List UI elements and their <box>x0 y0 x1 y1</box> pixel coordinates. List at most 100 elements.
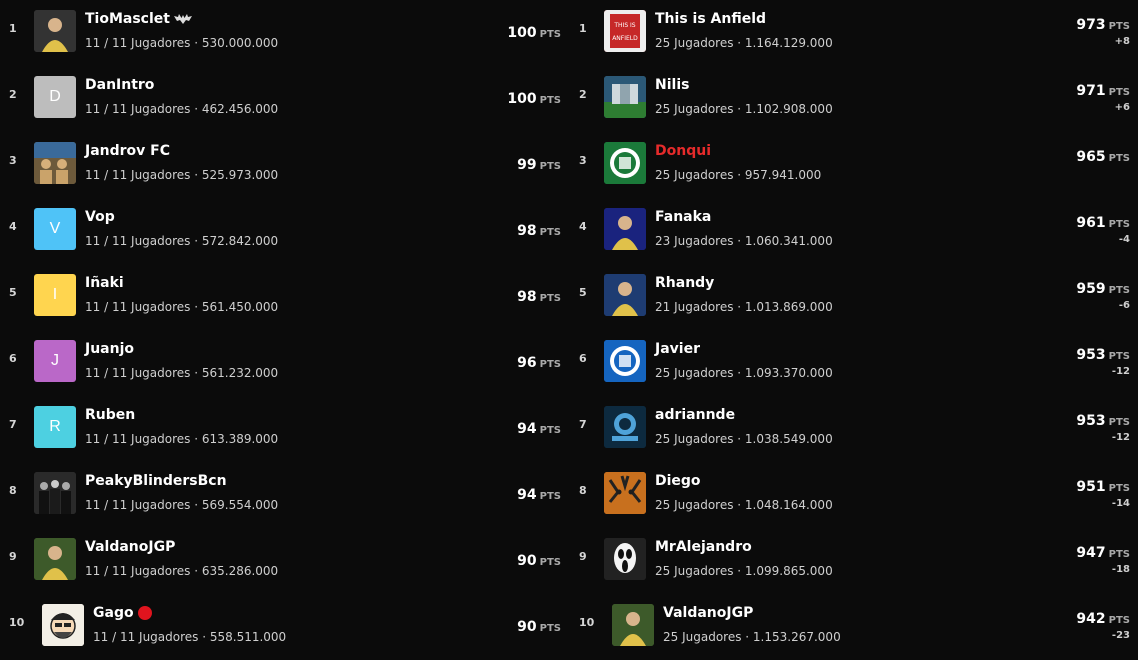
ranking-row[interactable]: 8 Diego 25 Jugadores · 1.048.164.000 951 PTS… <box>570 462 1138 528</box>
points-difference: +6 <box>1114 102 1130 113</box>
ranking-row[interactable]: 5 Rhandy 21 Jugadores · 1.013.869.000 959 PT… <box>570 264 1138 330</box>
points: 942 PTS <box>1076 608 1130 627</box>
team-players-value: 11 / 11 Jugadores · 561.232.000 <box>85 366 279 380</box>
ranking-row[interactable]: 10 Gago 11 / 11 Jugadores · 558.511.000 90 P… <box>0 594 570 660</box>
team-players-value: 25 Jugadores · 1.048.164.000 <box>655 498 833 512</box>
ranking-row[interactable]: 2 D DanIntro 11 / 11 Jugadores · 462.456.00… <box>0 66 570 132</box>
points-unit: PTS <box>1108 483 1130 494</box>
points-difference: -4 <box>1118 234 1130 245</box>
team-players-value: 11 / 11 Jugadores · 613.389.000 <box>85 432 279 446</box>
team-name-link[interactable]: Gago <box>93 605 152 621</box>
points-value: 942 <box>1076 611 1106 627</box>
team-players-value: 11 / 11 Jugadores · 561.450.000 <box>85 300 279 314</box>
points: 99 PTS <box>517 154 561 173</box>
points-unit: PTS <box>539 359 561 370</box>
club-crest-icon <box>604 142 646 184</box>
team-name-link[interactable]: Ruben <box>85 407 135 423</box>
points-value: 951 <box>1076 479 1106 495</box>
points-value: 100 <box>507 91 537 107</box>
team-name-link[interactable]: Donqui <box>655 143 711 159</box>
team-name-link[interactable]: Jandrov FC <box>85 143 170 159</box>
points-unit: PTS <box>539 227 561 238</box>
ranking-row[interactable]: 2 Nilis 25 Jugadores · 1.102.908.000 971 PTS… <box>570 66 1138 132</box>
ranking-row[interactable]: 7 adriannde 25 Jugadores · 1.038.549.000 95… <box>570 396 1138 462</box>
ranking-row[interactable]: 9 ValdanoJGP 11 / 11 Jugadores · 635.286.0… <box>0 528 570 594</box>
points-unit: PTS <box>1108 153 1130 164</box>
ranking-row[interactable]: 5 I Iñaki 11 / 11 Jugadores · 561.450.000 98… <box>0 264 570 330</box>
leaderboard: 1 TioMasclet 11 / 11 Jugadores · 530.000.0… <box>0 0 1138 657</box>
team-name-link[interactable]: Juanjo <box>85 341 134 357</box>
points-unit: PTS <box>1108 21 1130 32</box>
team-name-link[interactable]: This is Anfield <box>655 11 766 27</box>
ranking-row[interactable]: 1 TioMasclet 11 / 11 Jugadores · 530.000.0… <box>0 0 570 66</box>
club-crest-icon <box>604 340 646 382</box>
team-name-link[interactable]: Diego <box>655 473 701 489</box>
ranking-row[interactable]: 6 Javier 25 Jugadores · 1.093.370.000 953 PT… <box>570 330 1138 396</box>
player-photo-icon <box>604 208 646 250</box>
team-players-value: 25 Jugadores · 1.164.129.000 <box>655 36 833 50</box>
ranking-row[interactable]: 7 R Ruben 11 / 11 Jugadores · 613.389.000 94… <box>0 396 570 462</box>
team-players-value: 25 Jugadores · 1.038.549.000 <box>655 432 833 446</box>
team-name-link[interactable]: Rhandy <box>655 275 714 291</box>
team-name: Gago <box>93 605 134 621</box>
ranking-row[interactable]: 4 V Vop 11 / 11 Jugadores · 572.842.000 98 PT… <box>0 198 570 264</box>
points-unit: PTS <box>539 425 561 436</box>
ranking-row[interactable]: 9 MrAlejandro 25 Jugadores · 1.099.865.000… <box>570 528 1138 594</box>
rank-number: 1 <box>9 22 17 35</box>
team-players-value: 11 / 11 Jugadores · 525.973.000 <box>85 168 279 182</box>
player-photo-icon <box>604 274 646 316</box>
rank-number: 3 <box>9 154 17 167</box>
team-name-link[interactable]: Vop <box>85 209 115 225</box>
points-value: 953 <box>1076 413 1106 429</box>
ranking-row[interactable]: 8 PeakyBlindersBcn 11 / 11 Jugadores · 569… <box>0 462 570 528</box>
team-name-link[interactable]: Nilis <box>655 77 689 93</box>
points-unit: PTS <box>539 293 561 304</box>
team-name-link[interactable]: MrAlejandro <box>655 539 752 555</box>
team-name: Ruben <box>85 407 136 423</box>
team-name-link[interactable]: DanIntro <box>85 77 154 93</box>
team-name: Jandrov FC <box>85 143 171 159</box>
avatar: V <box>34 208 76 250</box>
points-difference: -6 <box>1118 300 1130 311</box>
team-name: adriannde <box>655 407 736 423</box>
team-name-link[interactable]: ValdanoJGP <box>85 539 175 555</box>
team-name-link[interactable]: PeakyBlindersBcn <box>85 473 227 489</box>
team-name-link[interactable]: adriannde <box>655 407 735 423</box>
team-name-link[interactable]: Iñaki <box>85 275 124 291</box>
team-name-link[interactable]: Fanaka <box>655 209 711 225</box>
rank-number: 8 <box>9 484 17 497</box>
points: 96 PTS <box>517 352 561 371</box>
points-unit: PTS <box>1108 87 1130 98</box>
team-name-link[interactable]: TioMasclet <box>85 11 192 27</box>
points-value: 98 <box>517 223 537 239</box>
team-name-link[interactable]: ValdanoJGP <box>663 605 753 621</box>
anfield-sign-icon: THIS IS ANFIELD <box>604 10 646 52</box>
ranking-row[interactable]: 6 J Juanjo 11 / 11 Jugadores · 561.232.000 9… <box>0 330 570 396</box>
team-name: Diego <box>655 473 701 489</box>
team-players-value: 25 Jugadores · 1.102.908.000 <box>655 102 833 116</box>
ranking-row[interactable]: 4 Fanaka 23 Jugadores · 1.060.341.000 961 PT… <box>570 198 1138 264</box>
points: 971 PTS <box>1076 80 1130 99</box>
points-unit: PTS <box>539 557 561 568</box>
team-name: MrAlejandro <box>655 539 752 555</box>
points-value: 99 <box>517 157 537 173</box>
ranking-row[interactable]: 1 THIS IS ANFIELD This is Anfield 25 Jugador… <box>570 0 1138 66</box>
team-name: Iñaki <box>85 275 124 291</box>
team-players-value: 11 / 11 Jugadores · 558.511.000 <box>93 630 287 644</box>
team-name-link[interactable]: Javier <box>655 341 700 357</box>
ranking-row[interactable]: 3 Donqui 25 Jugadores · 957.941.000 965 PTS <box>570 132 1138 198</box>
ranking-row[interactable]: 3 Jandrov FC 11 / 11 Jugadores · 525.973.0… <box>0 132 570 198</box>
points: 100 PTS <box>507 88 561 107</box>
points-unit: PTS <box>539 161 561 172</box>
cartoon-face-icon <box>42 604 84 646</box>
points-value: 953 <box>1076 347 1106 363</box>
points-value: 973 <box>1076 17 1106 33</box>
rank-number: 8 <box>579 484 587 497</box>
tiger-photo-icon <box>604 472 646 514</box>
points-difference: -14 <box>1111 498 1130 509</box>
ranking-row[interactable]: 10 ValdanoJGP 25 Jugadores · 1.153.267.000… <box>570 594 1138 660</box>
points: 951 PTS <box>1076 476 1130 495</box>
points: 953 PTS <box>1076 410 1130 429</box>
points: 90 PTS <box>517 550 561 569</box>
points-unit: PTS <box>539 95 561 106</box>
